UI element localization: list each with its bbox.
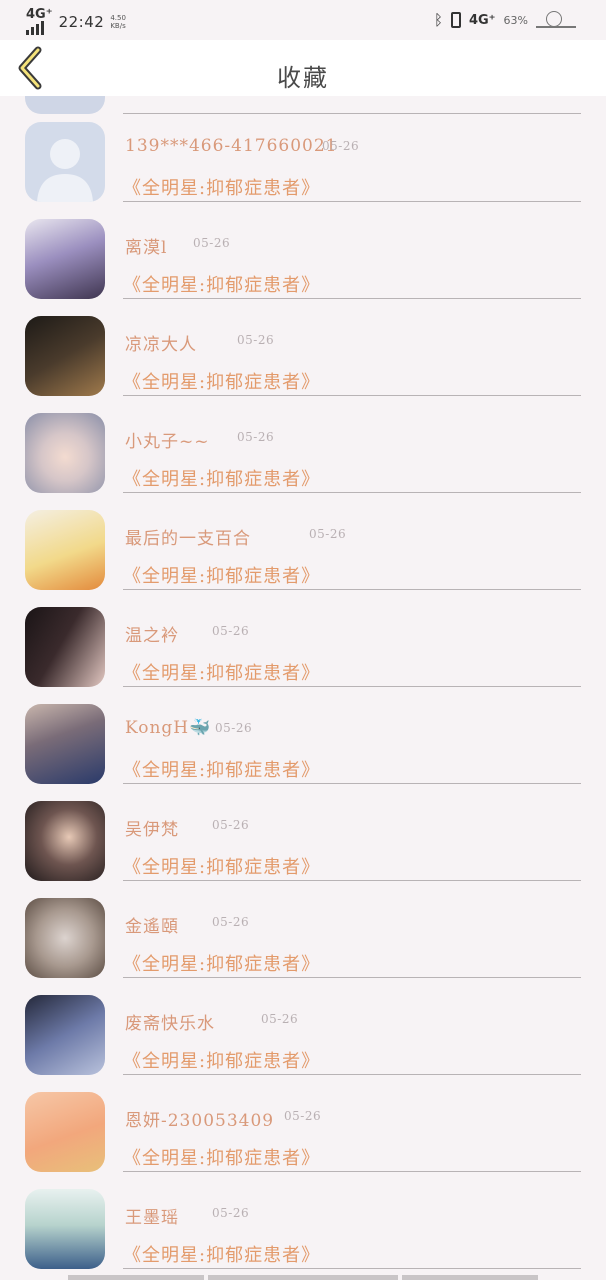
user-name: 王墨瑶	[125, 1208, 179, 1228]
network-speed: 4.50 KB/s	[110, 14, 126, 30]
date: 05-26	[309, 527, 347, 541]
user-name: 小丸子~~	[125, 432, 210, 452]
list-item[interactable]: 吴伊梵 05-26 《全明星:抑郁症患者》	[0, 775, 606, 881]
signal-group: 4G⁺	[26, 8, 53, 35]
list-item[interactable]: 温之衿 05-26 《全明星:抑郁症患者》	[0, 581, 606, 687]
avatar	[25, 704, 105, 784]
user-name: 凉凉大人	[125, 335, 197, 355]
date: 05-26	[212, 624, 250, 638]
decoration-icon	[536, 9, 576, 31]
list-item[interactable]: 恩妍-230053409 05-26 《全明星:抑郁症患者》	[0, 1066, 606, 1172]
user-name: 吴伊梵	[125, 820, 179, 840]
avatar	[25, 413, 105, 493]
list-item[interactable]: 金遙頤 05-26 《全明星:抑郁症患者》	[0, 872, 606, 978]
date: 05-26	[215, 721, 253, 735]
date: 05-26	[237, 430, 275, 444]
user-name: 废斋快乐水	[125, 1014, 215, 1034]
list-item[interactable]: 王墨瑶 05-26 《全明星:抑郁症患者》	[0, 1163, 606, 1269]
page-title: 收藏	[277, 64, 329, 92]
divider	[123, 1268, 581, 1269]
date: 05-26	[261, 1012, 299, 1026]
date: 05-26	[237, 333, 275, 347]
bluetooth-icon: ᛒ	[433, 11, 443, 29]
status-right: ᛒ 4G⁺ 63%	[434, 9, 576, 31]
user-name: KongH🐳	[125, 718, 212, 738]
list-item[interactable]: KongH🐳 05-26 《全明星:抑郁症患者》	[0, 678, 606, 784]
list-item[interactable]: 小丸子~~ 05-26 《全明星:抑郁症患者》	[0, 387, 606, 493]
avatar	[25, 1189, 105, 1269]
default-avatar-icon	[37, 139, 93, 202]
avatar	[25, 607, 105, 687]
battery-level: 63%	[503, 13, 528, 27]
speed-value: 4.50	[110, 13, 126, 22]
bottom-bar	[402, 1275, 538, 1280]
list-item[interactable]: 废斋快乐水 05-26 《全明星:抑郁症患者》	[0, 969, 606, 1075]
clock: 22:42	[58, 12, 105, 31]
header: 收藏	[0, 40, 606, 96]
date: 05-26	[212, 1206, 250, 1220]
avatar	[25, 122, 105, 202]
signal-icon	[26, 21, 53, 35]
user-name: 恩妍-230053409	[125, 1111, 275, 1131]
date: 05-26	[284, 1109, 322, 1123]
avatar	[25, 801, 105, 881]
bottom-bar	[68, 1275, 204, 1280]
avatar	[25, 510, 105, 590]
avatar	[25, 1092, 105, 1172]
avatar	[25, 316, 105, 396]
user-name: 温之衿	[125, 626, 179, 646]
date: 05-26	[322, 139, 360, 153]
date: 05-26	[212, 818, 250, 832]
list-item[interactable]: 最后的一支百合 05-26 《全明星:抑郁症患者》	[0, 484, 606, 590]
bottom-bar	[208, 1275, 398, 1280]
user-name: 离漠l	[125, 238, 168, 258]
date: 05-26	[193, 236, 231, 250]
list-item[interactable]: 离漠l 05-26 《全明星:抑郁症患者》	[0, 193, 606, 299]
user-name: 最后的一支百合	[125, 529, 251, 549]
date: 05-26	[212, 915, 250, 929]
favorites-list: 139***466-417660021 05-26 《全明星:抑郁症患者》 离漠…	[0, 96, 606, 1280]
avatar	[25, 995, 105, 1075]
status-bar: 4G⁺ 22:42 4.50 KB/s ᛒ 4G⁺ 63%	[0, 0, 606, 40]
list-item[interactable]: 凉凉大人 05-26 《全明星:抑郁症患者》	[0, 290, 606, 396]
speed-unit: KB/s	[110, 21, 126, 30]
avatar	[25, 219, 105, 299]
vibrate-icon	[450, 12, 461, 28]
user-name: 金遙頤	[125, 917, 179, 937]
list-item[interactable]: 139***466-417660021 05-26 《全明星:抑郁症患者》	[0, 96, 606, 202]
book-title: 《全明星:抑郁症患者》	[123, 1245, 321, 1266]
network-type: 4G⁺	[26, 7, 53, 22]
user-name: 139***466-417660021	[125, 136, 338, 156]
avatar	[25, 898, 105, 978]
network-type-2: 4G⁺	[468, 12, 496, 28]
status-left: 4G⁺ 22:42 4.50 KB/s	[26, 8, 126, 35]
